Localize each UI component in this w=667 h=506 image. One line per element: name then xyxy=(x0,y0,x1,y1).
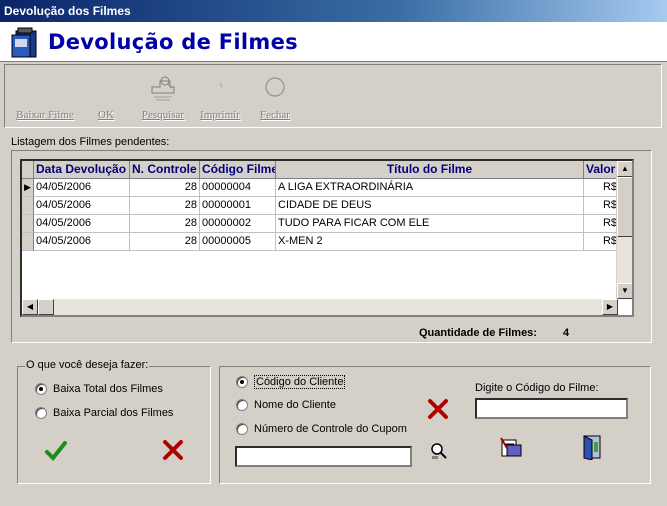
movie-box-icon xyxy=(11,27,37,58)
cell-titulo: CIDADE DE DEUS xyxy=(276,197,584,215)
scroll-up-icon[interactable]: ▲ xyxy=(617,161,632,177)
main-window: Devolução dos Filmes Devolução de Filmes… xyxy=(0,0,667,506)
search-input[interactable] xyxy=(235,446,412,467)
column-titulo-filme[interactable]: Título do Filme xyxy=(276,161,584,179)
baixar-filme-button[interactable]: Baixar Filme xyxy=(15,69,75,125)
cell-titulo: X-MEN 2 xyxy=(276,233,584,251)
cell-valor: R$ xyxy=(584,197,620,215)
ok-button[interactable]: OK xyxy=(89,69,123,125)
print-list-icon[interactable] xyxy=(499,436,525,460)
films-grid[interactable]: Data Devolução N. Controle Código Filme … xyxy=(20,159,634,317)
scroll-left-icon[interactable]: ◀ xyxy=(22,299,38,315)
vertical-scrollbar[interactable]: ▲ ▼ xyxy=(616,161,632,299)
baixa-total-radio[interactable]: Baixa Total dos Filmes xyxy=(35,383,163,395)
cell-data: 04/05/2006 xyxy=(34,197,130,215)
row-pointer-icon: ▶ xyxy=(22,179,34,197)
row-indicator xyxy=(22,215,34,233)
grid-header: Data Devolução N. Controle Código Filme … xyxy=(22,161,620,179)
baixa-parcial-radio[interactable]: Baixa Parcial dos Filmes xyxy=(35,407,173,419)
imprimir-button[interactable]: Imprimir xyxy=(197,69,243,125)
search-icon xyxy=(151,76,175,101)
cell-codigo: 00000001 xyxy=(200,197,276,215)
pesquisar-button[interactable]: Pesquisar xyxy=(139,69,187,125)
codigo-cliente-radio[interactable]: Código do Cliente xyxy=(236,375,346,389)
radio-icon xyxy=(35,407,47,419)
numero-cupom-radio[interactable]: Número de Controle do Cupom xyxy=(236,423,407,435)
cancel-x-icon[interactable] xyxy=(162,439,184,461)
radio-selected-icon xyxy=(35,383,47,395)
cell-controle: 28 xyxy=(130,179,200,197)
fechar-button[interactable]: Fechar xyxy=(255,69,295,125)
scroll-down-icon[interactable]: ▼ xyxy=(617,283,632,299)
quantity-value: 4 xyxy=(563,327,570,339)
scroll-right-icon[interactable]: ▶ xyxy=(602,299,618,315)
cell-data: 04/05/2006 xyxy=(34,215,130,233)
column-codigo-filme[interactable]: Código Filme xyxy=(200,161,276,179)
table-row[interactable]: 04/05/2006 28 00000002 TUDO PARA FICAR C… xyxy=(22,215,620,233)
radio-icon xyxy=(236,423,248,435)
column-data-devolucao[interactable]: Data Devolução xyxy=(34,161,130,179)
cell-titulo: A LIGA EXTRAORDINÁRIA xyxy=(276,179,584,197)
window-title: Devolução dos Filmes xyxy=(4,4,131,18)
cell-controle: 28 xyxy=(130,215,200,233)
indicator-header xyxy=(22,161,34,179)
clear-x-icon[interactable] xyxy=(427,398,449,420)
row-indicator xyxy=(22,197,34,215)
film-code-input[interactable] xyxy=(475,398,628,419)
toolbar: Baixar Filme OK Pesquisar Imprimir Fecha xyxy=(4,64,662,128)
window-title-bar[interactable]: Devolução dos Filmes xyxy=(0,0,667,22)
scroll-thumb[interactable] xyxy=(617,177,632,237)
cell-codigo: 00000004 xyxy=(200,179,276,197)
cell-valor: R$ xyxy=(584,179,620,197)
confirm-check-icon[interactable] xyxy=(45,440,67,462)
cell-codigo: 00000002 xyxy=(200,215,276,233)
exit-door-icon[interactable] xyxy=(580,434,604,460)
cell-valor: R$ xyxy=(584,233,620,251)
radio-selected-icon xyxy=(236,376,248,388)
column-valor[interactable]: Valor xyxy=(584,161,620,179)
horizontal-scrollbar[interactable]: ◀ ▶ xyxy=(22,299,618,315)
film-code-label: Digite o Código do Filme: xyxy=(475,382,599,394)
page-header: Devolução de Filmes xyxy=(0,22,667,62)
cell-controle: 28 xyxy=(130,233,200,251)
row-indicator xyxy=(22,233,34,251)
cell-valor: R$ xyxy=(584,215,620,233)
quantity-label: Quantidade de Filmes: xyxy=(419,327,537,339)
table-row[interactable]: 04/05/2006 28 00000001 CIDADE DE DEUS R$ xyxy=(22,197,620,215)
hscroll-thumb[interactable] xyxy=(38,299,54,315)
cell-data: 04/05/2006 xyxy=(34,179,130,197)
listing-label: Listagem dos Filmes pendentes: xyxy=(11,136,170,148)
magnifier-icon[interactable] xyxy=(430,442,448,460)
cell-controle: 28 xyxy=(130,197,200,215)
cell-titulo: TUDO PARA FICAR COM ELE xyxy=(276,215,584,233)
close-icon xyxy=(265,77,285,97)
nome-cliente-radio[interactable]: Nome do Cliente xyxy=(236,399,336,411)
cell-data: 04/05/2006 xyxy=(34,233,130,251)
table-row[interactable]: ▶ 04/05/2006 28 00000004 A LIGA EXTRAORD… xyxy=(22,179,620,197)
radio-icon xyxy=(236,399,248,411)
column-n-controle[interactable]: N. Controle xyxy=(130,161,200,179)
options-caption: O que você deseja fazer: xyxy=(25,359,150,371)
printer-icon xyxy=(219,82,223,88)
cell-codigo: 00000005 xyxy=(200,233,276,251)
page-title: Devolução de Filmes xyxy=(48,30,298,54)
table-row[interactable]: 04/05/2006 28 00000005 X-MEN 2 R$ xyxy=(22,233,620,251)
